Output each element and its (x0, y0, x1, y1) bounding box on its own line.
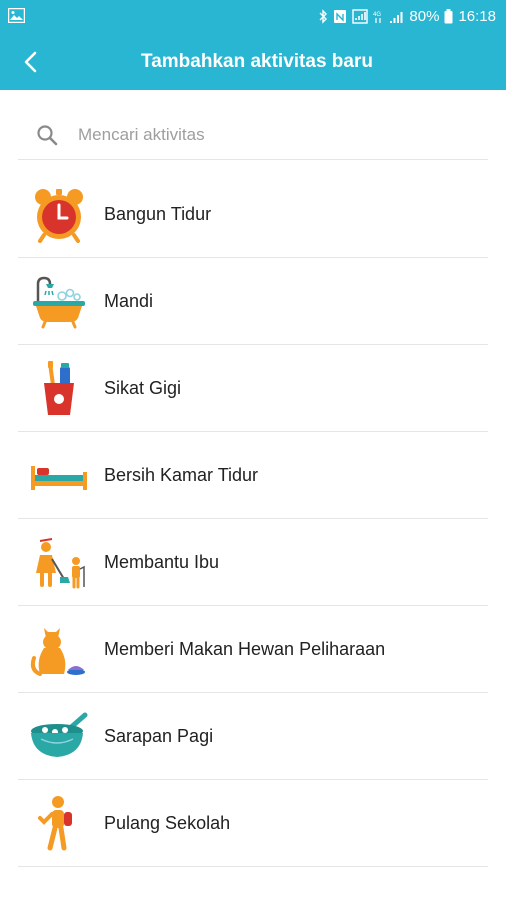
list-item-sikat-gigi[interactable]: Sikat Gigi (18, 345, 488, 432)
list-item-pulang-sekolah[interactable]: Pulang Sekolah (18, 780, 488, 867)
arrow-left-icon (24, 51, 37, 73)
list-item-label: Pulang Sekolah (104, 812, 231, 833)
list-item-bersih-kamar-tidur[interactable]: Bersih Kamar Tidur (18, 432, 488, 519)
clock: 16:18 (458, 8, 496, 25)
4g-icon: 4G (373, 12, 382, 23)
student-walking-icon (28, 792, 90, 854)
alarm-clock-icon (28, 183, 90, 245)
battery-icon (444, 9, 453, 24)
list-item-label: Sikat Gigi (104, 377, 182, 398)
bluetooth-icon (319, 9, 328, 24)
mother-child-sweeping-icon (28, 531, 90, 593)
status-bar: 4G 80% 16:18 (0, 0, 506, 33)
list-item-label: Membantu Ibu (104, 551, 220, 572)
search-icon (37, 124, 58, 145)
svg-text:4G: 4G (373, 12, 381, 18)
list-item-label: Sarapan Pagi (104, 725, 214, 746)
page-title: Tambahkan aktivitas baru (141, 50, 373, 72)
activity-list: Bangun Tidur Mandi Sikat Gigi Bersih Kam… (18, 171, 488, 867)
breakfast-bowl-icon (28, 705, 90, 767)
signal-box-icon (352, 9, 369, 24)
list-item-label: Mandi (104, 290, 154, 311)
list-item-memberi-makan-hewan[interactable]: Memberi Makan Hewan Peliharaan (18, 606, 488, 693)
search-bar (18, 110, 488, 160)
image-notification-icon (8, 8, 25, 23)
cat-food-bowl-icon (28, 618, 90, 680)
list-item-sarapan-pagi[interactable]: Sarapan Pagi (18, 693, 488, 780)
list-item-label: Bersih Kamar Tidur (104, 464, 259, 485)
app-bar: Tambahkan aktivitas baru (0, 33, 506, 90)
list-item-bangun-tidur[interactable]: Bangun Tidur (18, 171, 488, 258)
battery-percent: 80% (409, 8, 440, 25)
cell-signal-icon (390, 12, 403, 23)
nfc-icon (334, 10, 347, 23)
list-item-label: Memberi Makan Hewan Peliharaan (104, 638, 386, 659)
list-item-mandi[interactable]: Mandi (18, 258, 488, 345)
search-input[interactable] (76, 123, 460, 146)
list-item-membantu-ibu[interactable]: Membantu Ibu (18, 519, 488, 606)
bathtub-icon (28, 270, 90, 332)
bed-icon (28, 444, 90, 506)
toothbrush-cup-icon (28, 357, 90, 419)
back-button[interactable] (12, 43, 50, 81)
list-item-label: Bangun Tidur (104, 203, 212, 224)
